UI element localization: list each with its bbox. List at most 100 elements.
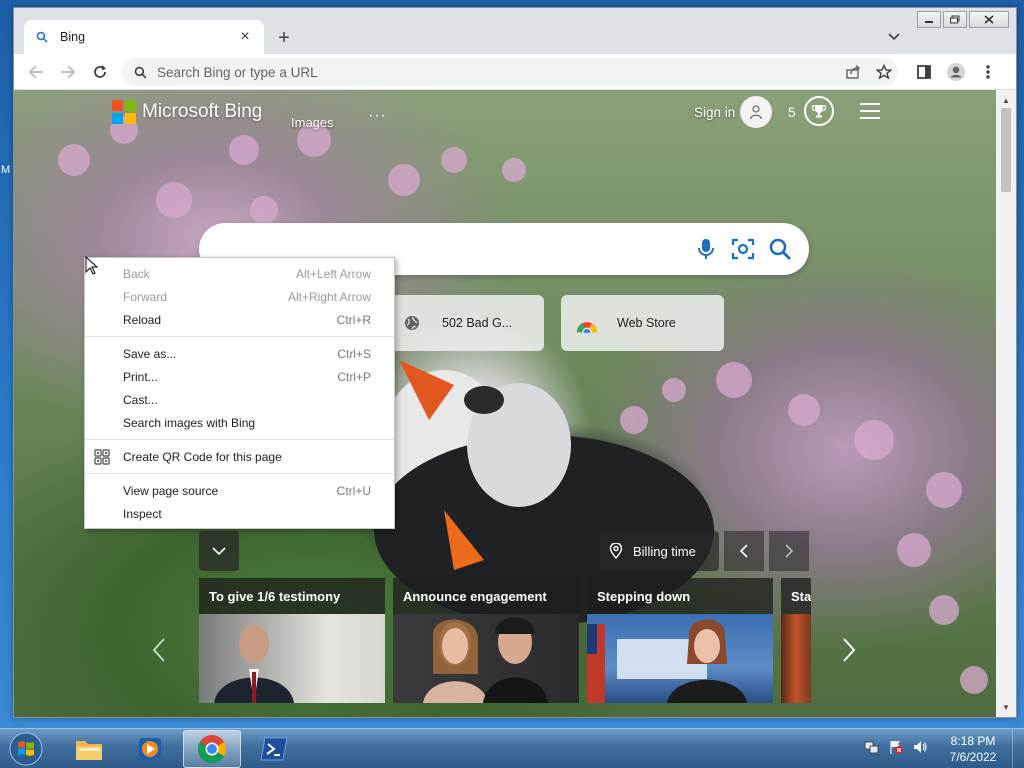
nav-images-link[interactable]: Images <box>291 115 334 130</box>
news-card[interactable]: Star <box>781 578 811 703</box>
hamburger-menu-button[interactable] <box>860 103 880 119</box>
chevron-down-icon <box>888 33 900 41</box>
quick-link-tile[interactable]: Web Store <box>561 295 724 351</box>
taskbar-chrome[interactable] <box>183 730 241 768</box>
news-image <box>781 614 811 703</box>
news-card[interactable]: Announce engagement <box>393 578 579 703</box>
chevron-left-icon <box>152 638 165 662</box>
ctx-shortcut: Alt+Right Arrow <box>287 289 371 304</box>
chevron-left-icon <box>740 544 748 558</box>
search-icon <box>34 29 50 45</box>
share-button[interactable] <box>842 61 864 83</box>
ctx-label: Reload <box>123 312 162 327</box>
ctx-inspect[interactable]: Inspect <box>85 502 394 525</box>
taskbar-clock[interactable]: 8:18 PM 7/6/2022 <box>940 733 1006 765</box>
mouse-cursor-icon <box>85 256 99 275</box>
taskbar-media-player[interactable] <box>121 730 179 768</box>
profile-icon <box>947 63 965 81</box>
restore-icon <box>950 15 960 24</box>
news-card[interactable]: Stepping down <box>587 578 773 703</box>
ctx-label: Save as... <box>123 346 177 361</box>
bookmark-button[interactable] <box>873 61 895 83</box>
news-prev-button[interactable] <box>144 630 174 670</box>
ctx-label: Cast... <box>123 392 158 407</box>
page-scrollbar[interactable]: ▲ ▼ <box>996 90 1016 717</box>
bing-logo[interactable]: Microsoft Bing <box>112 100 262 124</box>
tab-close-button[interactable]: × <box>236 28 254 46</box>
ctx-search-images[interactable]: Search images with Bing <box>85 411 394 434</box>
side-panel-button[interactable] <box>913 61 935 83</box>
microphone-icon[interactable] <box>693 236 719 262</box>
collapse-feed-button[interactable] <box>199 531 239 571</box>
location-label: Billing time <box>633 543 696 559</box>
next-image-button[interactable] <box>769 531 809 571</box>
news-card[interactable]: To give 1/6 testimony <box>199 578 385 703</box>
ctx-shortcut: Ctrl+S <box>337 346 371 361</box>
media-player-icon <box>139 738 161 760</box>
scroll-up-arrow[interactable]: ▲ <box>996 92 1016 108</box>
taskbar-file-explorer[interactable] <box>60 730 118 768</box>
globe-icon <box>400 311 424 335</box>
menu-button[interactable] <box>977 61 999 83</box>
star-icon <box>876 64 892 80</box>
rewards-button[interactable] <box>804 96 834 126</box>
windows-logo-icon <box>9 732 43 766</box>
ctx-label: Create QR Code for this page <box>123 449 282 464</box>
ctx-save-as[interactable]: Save as... Ctrl+S <box>85 342 394 365</box>
tab-search-button[interactable] <box>882 25 906 49</box>
ctx-label: Inspect <box>123 506 162 521</box>
hamburger-line <box>860 110 880 112</box>
nav-more-button[interactable]: ··· <box>368 107 387 125</box>
microsoft-logo-icon <box>112 100 136 124</box>
ctx-shortcut: Ctrl+P <box>337 369 371 384</box>
location-pin-icon <box>609 543 623 559</box>
action-center-flag-icon[interactable] <box>888 739 904 755</box>
location-button[interactable]: Billing time <box>599 531 719 571</box>
ctx-forward[interactable]: Forward Alt+Right Arrow <box>85 285 394 308</box>
close-icon <box>984 15 994 24</box>
new-tab-button[interactable]: + <box>272 26 296 50</box>
visual-search-icon[interactable] <box>730 236 756 262</box>
clock-time: 8:18 PM <box>950 734 996 748</box>
address-bar[interactable]: Search Bing or type a URL <box>122 58 898 86</box>
ctx-label: Back <box>123 266 150 281</box>
hamburger-line <box>860 117 880 119</box>
start-button[interactable] <box>5 730 47 768</box>
scroll-thumb[interactable] <box>1001 108 1011 192</box>
trophy-icon <box>811 105 827 118</box>
folder-icon <box>76 741 102 760</box>
reload-button[interactable] <box>88 60 112 84</box>
close-window-button[interactable] <box>969 11 1009 28</box>
chevron-down-icon <box>212 547 226 555</box>
search-icon[interactable] <box>767 236 793 262</box>
ctx-shortcut: Ctrl+U <box>336 483 371 498</box>
ctx-view-source[interactable]: View page source Ctrl+U <box>85 479 394 502</box>
ctx-back[interactable]: Back Alt+Left Arrow <box>85 262 394 285</box>
chevron-right-icon <box>785 544 793 558</box>
news-next-button[interactable] <box>834 630 864 670</box>
clock-date: 7/6/2022 <box>949 750 997 764</box>
quick-link-tile[interactable]: 502 Bad G... <box>386 295 544 351</box>
forward-button[interactable] <box>56 60 80 84</box>
avatar[interactable] <box>740 96 772 128</box>
previous-image-button[interactable] <box>724 531 764 571</box>
minimize-button[interactable] <box>917 11 941 28</box>
profile-button[interactable] <box>945 61 967 83</box>
taskbar-powershell[interactable] <box>245 730 303 768</box>
back-button[interactable] <box>24 60 48 84</box>
browser-toolbar: Search Bing or type a URL <box>14 54 1016 90</box>
ctx-print[interactable]: Print... Ctrl+P <box>85 365 394 388</box>
scroll-down-arrow[interactable]: ▼ <box>996 699 1016 715</box>
maximize-button[interactable] <box>943 11 967 28</box>
ctx-create-qr-code[interactable]: Create QR Code for this page <box>85 445 394 468</box>
ctx-reload[interactable]: Reload Ctrl+R <box>85 308 394 331</box>
menu-separator <box>85 473 394 474</box>
tab-bing[interactable]: Bing × <box>24 20 264 54</box>
network-icon[interactable] <box>864 739 880 755</box>
sign-in-link[interactable]: Sign in <box>694 105 735 120</box>
search-icon <box>134 66 147 78</box>
side-panel-icon <box>917 65 931 79</box>
show-desktop-button[interactable] <box>1012 729 1024 768</box>
ctx-cast[interactable]: Cast... <box>85 388 394 411</box>
volume-icon[interactable] <box>912 739 928 755</box>
